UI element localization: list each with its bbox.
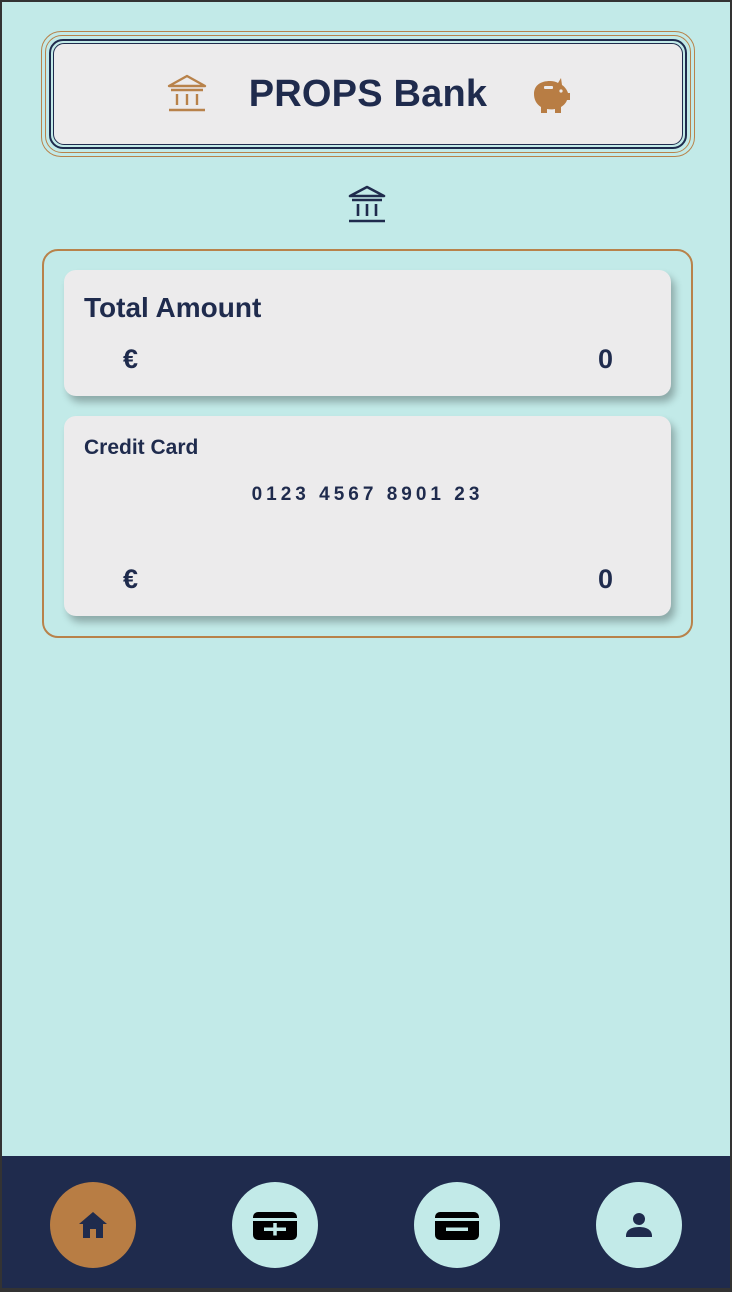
piggy-bank-icon bbox=[534, 78, 571, 113]
total-amount-value: 0 bbox=[597, 344, 613, 374]
credit-card-number: 0123 4567 8901 23 bbox=[251, 484, 484, 505]
app-header: PROPS Bank bbox=[41, 31, 695, 157]
nav-deposit-button[interactable] bbox=[232, 1182, 318, 1268]
app-title: PROPS Bank bbox=[248, 72, 488, 115]
credit-card-card[interactable]: Credit Card 0123 4567 8901 23 € 0 bbox=[64, 416, 671, 616]
header-box: PROPS Bank bbox=[53, 43, 683, 145]
total-amount-card[interactable]: Total Amount € 0 bbox=[64, 270, 671, 396]
nav-home-button[interactable] bbox=[50, 1182, 136, 1268]
home-icon bbox=[79, 1212, 107, 1238]
card-minus-icon bbox=[435, 1212, 479, 1240]
credit-card-amount: 0 bbox=[597, 564, 613, 594]
card-plus-icon bbox=[253, 1212, 297, 1240]
bank-icon bbox=[348, 185, 386, 223]
total-currency: € bbox=[123, 344, 139, 374]
bottom-nav bbox=[2, 1156, 730, 1288]
person-icon bbox=[626, 1213, 652, 1237]
bank-icon bbox=[167, 74, 206, 112]
nav-withdraw-button[interactable] bbox=[414, 1182, 500, 1268]
accounts-panel: Total Amount € 0 Credit Card 0123 4567 8… bbox=[42, 249, 693, 638]
nav-profile-button[interactable] bbox=[596, 1182, 682, 1268]
credit-card-currency: € bbox=[123, 564, 139, 594]
app-screen: PROPS Bank Total Amount € 0 Credit Card … bbox=[2, 2, 730, 1288]
credit-card-title: Credit Card bbox=[84, 436, 199, 459]
total-amount-title: Total Amount bbox=[84, 292, 262, 323]
